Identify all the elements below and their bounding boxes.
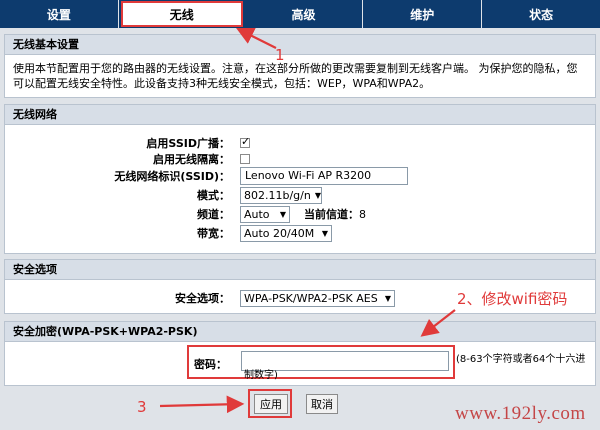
arrow-3	[159, 395, 245, 414]
arrow-1	[236, 28, 277, 49]
annotation-arrows	[159, 28, 456, 414]
annotation-number-3: 3	[137, 398, 147, 416]
annotation-number-1: 1	[275, 46, 285, 64]
annotation-step-2: 2、修改wifi密码	[457, 290, 568, 308]
watermark: www.192ly.com	[455, 403, 586, 424]
arrow-2	[420, 309, 456, 337]
